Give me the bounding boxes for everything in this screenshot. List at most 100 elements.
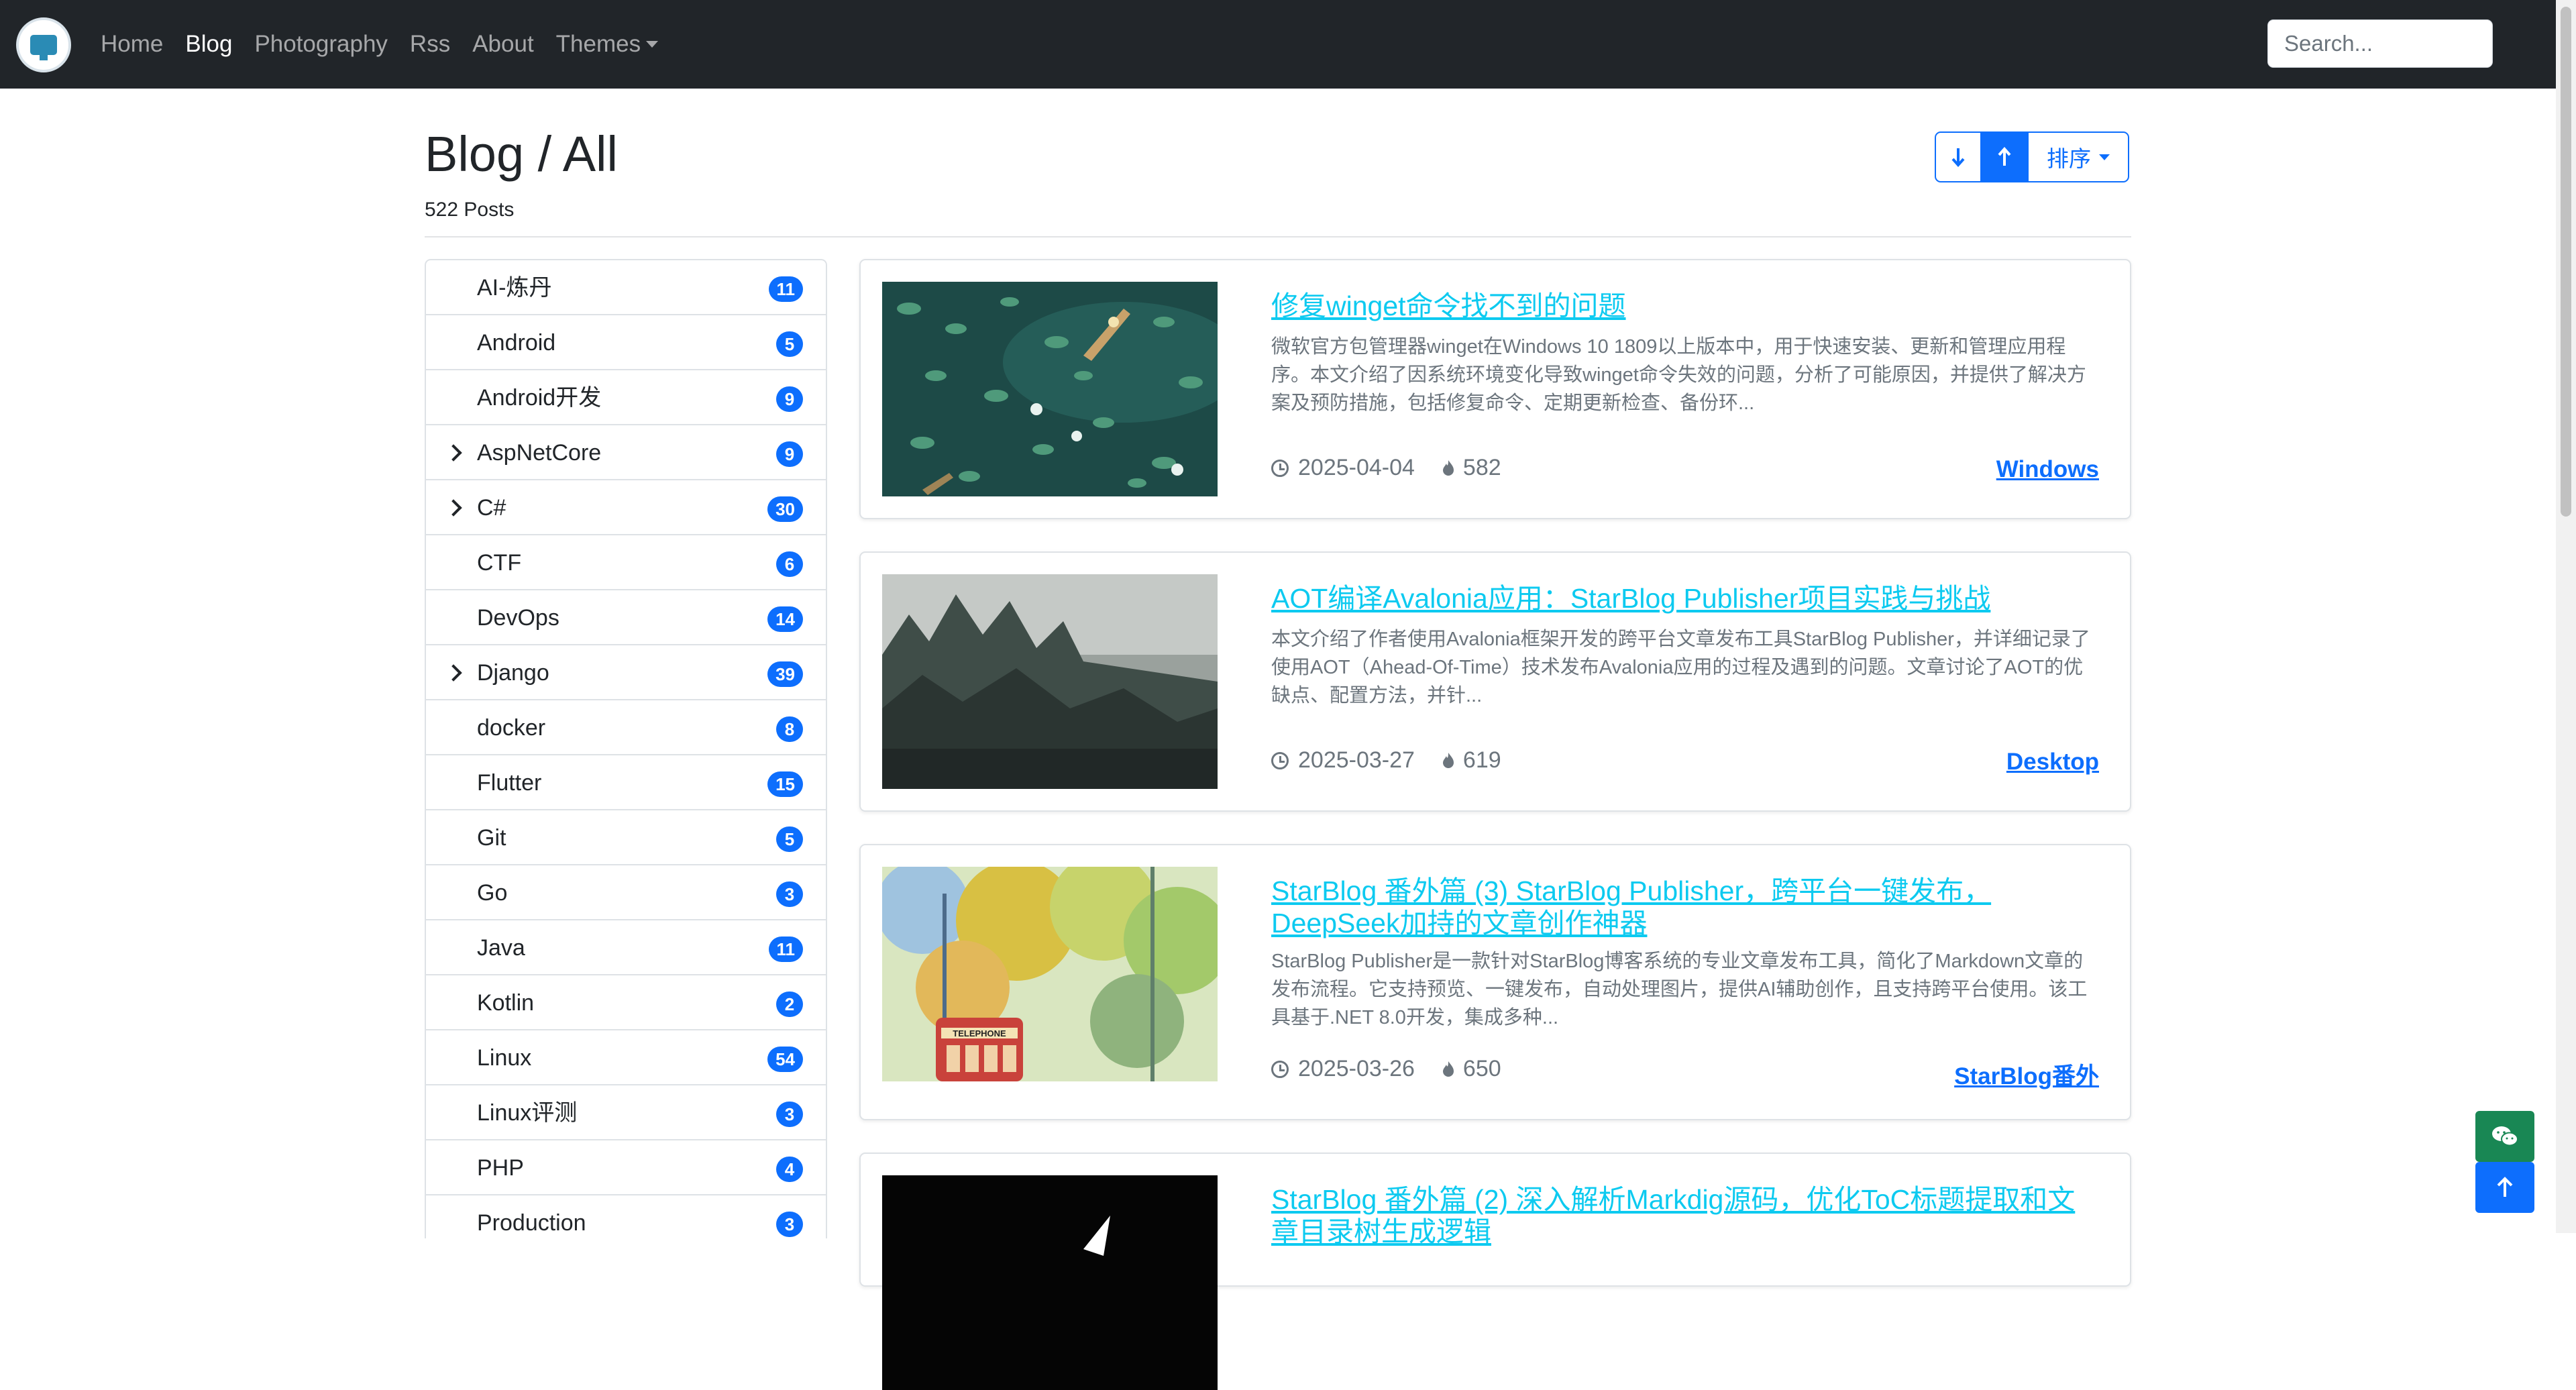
category-label: Android开发 (477, 385, 602, 411)
category-label: Android (477, 330, 556, 356)
scrollbar-thumb[interactable] (2561, 7, 2571, 517)
flame-icon (1442, 460, 1454, 476)
category-label: Flutter (477, 770, 542, 796)
nav-home[interactable]: Home (101, 31, 163, 58)
nav-photography[interactable]: Photography (254, 31, 387, 58)
post-title-link[interactable]: StarBlog 番外篇 (2) 深入解析Markdig源码，优化ToC标题提取… (1271, 1183, 2090, 1248)
post-title-link[interactable]: StarBlog 番外篇 (3) StarBlog Publisher，跨平台一… (1271, 875, 2090, 940)
post-date: 2025-03-27 (1298, 747, 1415, 773)
page-scrollbar[interactable] (2556, 0, 2576, 1233)
category-count-badge: 6 (776, 551, 803, 577)
post-thumbnail[interactable] (882, 574, 1218, 789)
category-count-badge: 54 (767, 1047, 803, 1072)
chevron-right-icon[interactable] (445, 444, 462, 462)
sort-ascending-button[interactable] (1982, 131, 2029, 182)
category-count-badge: 2 (776, 992, 803, 1017)
chevron-right-icon[interactable] (445, 499, 462, 517)
back-to-top-button[interactable] (2475, 1162, 2534, 1213)
sort-descending-button[interactable] (1935, 131, 1982, 182)
nav-about[interactable]: About (472, 31, 533, 58)
post-thumbnail[interactable] (882, 282, 1218, 496)
category-label: AspNetCore (477, 440, 602, 466)
category-label: Production (477, 1210, 586, 1236)
post-title-link[interactable]: AOT编译Avalonia应用：StarBlog Publisher项目实践与挑… (1271, 582, 2090, 614)
post-thumbnail[interactable]: TELEPHONE (882, 867, 1218, 1081)
category-count-badge: 3 (776, 1212, 803, 1237)
nav-blog[interactable]: Blog (185, 31, 232, 58)
category-label: PHP (477, 1155, 524, 1181)
flame-icon (1442, 1061, 1454, 1077)
category-label: docker (477, 715, 546, 741)
post-category-link[interactable]: StarBlog番外 (1954, 1057, 2099, 1091)
post-category-link[interactable]: Desktop (2006, 749, 2099, 776)
category-item-devops[interactable]: DevOps 14 (426, 590, 826, 645)
wechat-icon (2492, 1126, 2518, 1146)
post-count: 522 Posts (425, 199, 515, 221)
nav-themes-label: Themes (555, 31, 641, 57)
post-meta: 2025-04-04 582 (1271, 455, 1501, 481)
monitor-icon (30, 35, 57, 60)
clock-icon (1271, 751, 1289, 769)
search-input[interactable] (2267, 19, 2493, 68)
post-views: 650 (1462, 1056, 1501, 1081)
site-logo[interactable] (16, 17, 71, 72)
category-label: Linux评测 (477, 1100, 578, 1126)
category-item-production[interactable]: Production 3 (426, 1195, 826, 1238)
post-card: AOT编译Avalonia应用：StarBlog Publisher项目实践与挑… (859, 551, 2131, 812)
category-item-go[interactable]: Go 3 (426, 865, 826, 920)
caret-down-icon (646, 41, 659, 48)
category-item-php[interactable]: PHP 4 (426, 1140, 826, 1195)
chevron-right-icon[interactable] (445, 664, 462, 682)
category-label: C# (477, 495, 506, 521)
arrow-up-icon (2497, 1177, 2513, 1197)
post-date: 2025-03-26 (1298, 1056, 1415, 1081)
wechat-button[interactable] (2475, 1111, 2534, 1162)
nav-links: Home Blog Photography Rss About Themes (101, 0, 680, 89)
category-item-linux-review[interactable]: Linux评测 3 (426, 1085, 826, 1140)
post-card: StarBlog 番外篇 (2) 深入解析Markdig源码，优化ToC标题提取… (859, 1153, 2131, 1390)
category-label: AI-炼丹 (477, 275, 552, 301)
category-item-django[interactable]: Django 39 (426, 645, 826, 700)
category-count-badge: 5 (776, 331, 803, 357)
header-divider (425, 236, 2131, 237)
post-description: StarBlog Publisher是一款针对StarBlog博客系统的专业文章… (1271, 951, 2088, 1029)
post-title-link[interactable]: 修复winget命令找不到的问题 (1271, 290, 2090, 322)
category-item-aspnetcore[interactable]: AspNetCore 9 (426, 425, 826, 480)
category-label: Java (477, 935, 525, 961)
category-item-ai[interactable]: AI-炼丹 11 (426, 260, 826, 315)
caret-down-icon (2099, 154, 2110, 160)
category-item-flutter[interactable]: Flutter 15 (426, 755, 826, 810)
category-count-badge: 9 (776, 386, 803, 412)
category-item-csharp[interactable]: C# 30 (426, 480, 826, 535)
category-item-docker[interactable]: docker 8 (426, 700, 826, 755)
post-date: 2025-04-04 (1298, 455, 1415, 480)
post-views: 619 (1462, 747, 1501, 773)
category-label: Linux (477, 1045, 532, 1071)
arrow-up-icon (1998, 147, 2011, 166)
category-count-badge: 11 (768, 937, 803, 962)
clock-icon (1271, 459, 1289, 477)
category-sidebar: AI-炼丹 11 Android 5 Android开发 9 AspNetCore 9 … (425, 259, 827, 1238)
pond-boat-image (882, 282, 1218, 496)
post-thumbnail[interactable] (882, 1175, 1218, 1390)
category-item-linux[interactable]: Linux 54 (426, 1030, 826, 1085)
category-item-java[interactable]: Java 11 (426, 920, 826, 975)
nav-themes-dropdown[interactable]: Themes (555, 31, 659, 58)
page-title: Blog / All (425, 126, 618, 182)
category-label: Go (477, 880, 508, 906)
category-count-badge: 30 (767, 496, 803, 522)
category-item-android-dev[interactable]: Android开发 9 (426, 370, 826, 425)
dark-logo-image (882, 1175, 1218, 1390)
svg-text:TELEPHONE: TELEPHONE (953, 1028, 1006, 1038)
category-item-kotlin[interactable]: Kotlin 2 (426, 975, 826, 1030)
category-count-badge: 8 (776, 716, 803, 742)
category-item-ctf[interactable]: CTF 6 (426, 535, 826, 590)
category-item-git[interactable]: Git 5 (426, 810, 826, 865)
category-item-android[interactable]: Android 5 (426, 315, 826, 370)
post-views: 582 (1462, 455, 1501, 480)
nav-rss[interactable]: Rss (410, 31, 450, 58)
post-category-link[interactable]: Windows (1996, 456, 2099, 483)
category-label: CTF (477, 550, 522, 576)
sort-dropdown-button[interactable]: 排序 (2029, 131, 2129, 182)
category-count-badge: 15 (767, 771, 803, 797)
